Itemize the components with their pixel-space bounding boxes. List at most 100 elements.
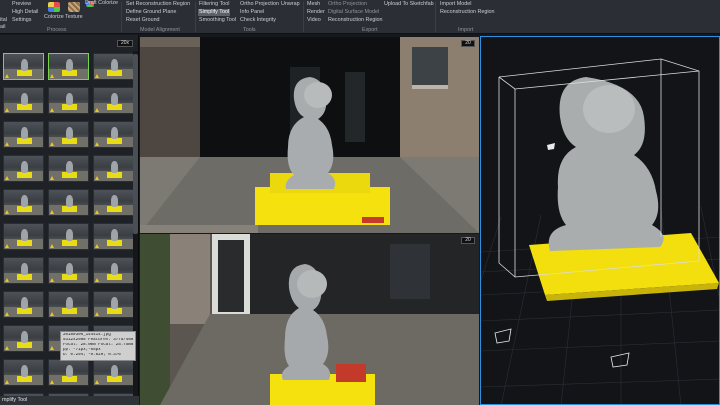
- thumbnail-fig: [21, 365, 28, 377]
- thumbnail-fig: [66, 161, 73, 173]
- check-integrity-button[interactable]: Check Integrity: [240, 17, 276, 24]
- smoothing-tool-button[interactable]: Smoothing Tool: [199, 17, 236, 24]
- warning-icon: [5, 176, 9, 180]
- thumbnail-fig: [111, 161, 118, 173]
- texture-button[interactable]: Texture: [65, 14, 83, 21]
- reset-ground-button[interactable]: Reset Ground: [126, 17, 160, 24]
- warning-icon: [95, 244, 99, 248]
- photo-view-bottom[interactable]: 20: [140, 234, 479, 405]
- warning-icon: [5, 244, 9, 248]
- thumbnail-fig: [66, 195, 73, 207]
- ribbon-toolbar: ital ail Preview High Detail Settings Co…: [0, 0, 720, 34]
- image-info-tooltip: 20180306_144414.jpg 5312x2988 Features: …: [60, 331, 136, 361]
- thumbnail-fig: [66, 59, 73, 71]
- ribbon-separator: [303, 2, 304, 32]
- image-thumbnail[interactable]: [3, 359, 44, 386]
- image-thumbnail[interactable]: [93, 121, 133, 148]
- export-render-button[interactable]: Render: [307, 9, 325, 16]
- photo-bottom-badge: 20: [461, 237, 475, 244]
- draft-colorize-button[interactable]: Draft Colorize: [85, 0, 118, 7]
- image-thumbnail[interactable]: [3, 325, 44, 352]
- thumbnail-fig: [21, 297, 28, 309]
- thumbnail-fig: [21, 93, 28, 105]
- high-detail-button[interactable]: High Detail: [12, 9, 38, 16]
- warning-icon: [5, 278, 9, 282]
- group-label-model-alignment: Model Alignment: [140, 27, 180, 33]
- image-thumbnail[interactable]: [48, 53, 89, 80]
- export-video-button[interactable]: Video: [307, 17, 321, 24]
- image-thumbnail[interactable]: [3, 223, 44, 250]
- warning-icon: [50, 380, 54, 384]
- image-thumbnail[interactable]: [93, 223, 133, 250]
- ribbon-separator: [435, 2, 436, 32]
- 3d-model-view[interactable]: [480, 36, 720, 405]
- warning-icon: [95, 210, 99, 214]
- photo-view-top[interactable]: 20: [140, 37, 479, 233]
- warning-icon: [50, 278, 54, 282]
- thumbnail-fig: [111, 93, 118, 105]
- image-thumbnail[interactable]: [48, 359, 89, 386]
- garage-photo-bottom: [140, 234, 479, 405]
- export-reconstruction-region-button[interactable]: Reconstruction Region: [328, 17, 383, 24]
- image-thumbnail[interactable]: [48, 223, 89, 250]
- warning-icon: [50, 142, 54, 146]
- upload-sketchfab-button[interactable]: Upload To Sketchfab: [384, 1, 434, 8]
- set-reconstruction-region-button[interactable]: Set Reconstruction Region: [126, 1, 190, 8]
- export-mesh-button[interactable]: Mesh: [307, 1, 320, 8]
- thumbnail-fig: [21, 195, 28, 207]
- tooltip-distortion: D: 0.294; -0.820; 0.376: [63, 353, 121, 357]
- image-thumbnail[interactable]: [48, 155, 89, 182]
- warning-icon: [5, 210, 9, 214]
- image-thumbnail[interactable]: [3, 189, 44, 216]
- thumbnail-fig: [66, 93, 73, 105]
- unwrap-button[interactable]: Unwrap: [281, 1, 300, 8]
- image-thumbnail[interactable]: [93, 359, 133, 386]
- image-thumbnail[interactable]: [48, 87, 89, 114]
- warning-icon: [5, 380, 9, 384]
- warning-icon: [5, 312, 9, 316]
- image-thumbnail[interactable]: [93, 87, 133, 114]
- image-thumbnail[interactable]: [48, 291, 89, 318]
- image-thumbnail[interactable]: [3, 121, 44, 148]
- thumbnail-fig: [66, 365, 73, 377]
- info-panel-button[interactable]: Info Panel: [240, 9, 264, 16]
- colorize-button[interactable]: Colorize: [44, 14, 64, 21]
- image-thumbnail[interactable]: [3, 257, 44, 284]
- scrollbar-thumb[interactable]: [133, 54, 138, 234]
- warning-icon: [50, 346, 54, 350]
- warning-icon: [95, 108, 99, 112]
- filtering-tool-button[interactable]: Filtering Tool: [199, 1, 229, 8]
- image-thumbnail[interactable]: [48, 257, 89, 284]
- image-thumbnail[interactable]: [93, 257, 133, 284]
- thumbnail-fig: [21, 263, 28, 275]
- thumbnail-fig: [66, 127, 73, 139]
- import-model-button[interactable]: Import Model: [440, 1, 471, 8]
- image-thumbnail[interactable]: [93, 53, 133, 80]
- image-thumbnail[interactable]: [3, 53, 44, 80]
- ortho-projection-tool-button[interactable]: Ortho Projection: [240, 1, 279, 8]
- thumbnail-fig: [111, 127, 118, 139]
- import-reconstruction-region-button[interactable]: Reconstruction Region: [440, 9, 495, 16]
- image-thumbnail[interactable]: [93, 155, 133, 182]
- settings-button[interactable]: Settings: [12, 17, 31, 24]
- thumbnail-fig: [66, 229, 73, 241]
- group-label-import: Import: [458, 27, 474, 33]
- thumbnail-fig: [111, 297, 118, 309]
- export-ortho-projection-button[interactable]: Ortho Projection: [328, 1, 367, 8]
- image-thumbnail[interactable]: [3, 291, 44, 318]
- define-ground-plane-button[interactable]: Define Ground Plane: [126, 9, 176, 16]
- image-thumbnail[interactable]: [93, 291, 133, 318]
- simplify-tool-button[interactable]: Simplify Tool: [198, 9, 231, 16]
- preview-button[interactable]: Preview: [12, 1, 31, 8]
- warning-icon: [95, 142, 99, 146]
- image-thumbnail[interactable]: [93, 189, 133, 216]
- thumbnail-fig: [66, 297, 73, 309]
- garage-photo-top: [140, 37, 479, 233]
- thumbnail-fig: [111, 365, 118, 377]
- image-thumbnail[interactable]: [3, 155, 44, 182]
- export-dsm-button[interactable]: Digital Surface Model: [328, 9, 379, 16]
- image-thumbnail[interactable]: [3, 87, 44, 114]
- image-thumbnail[interactable]: [48, 189, 89, 216]
- image-thumbnail[interactable]: [48, 121, 89, 148]
- ribbon-separator: [121, 2, 122, 32]
